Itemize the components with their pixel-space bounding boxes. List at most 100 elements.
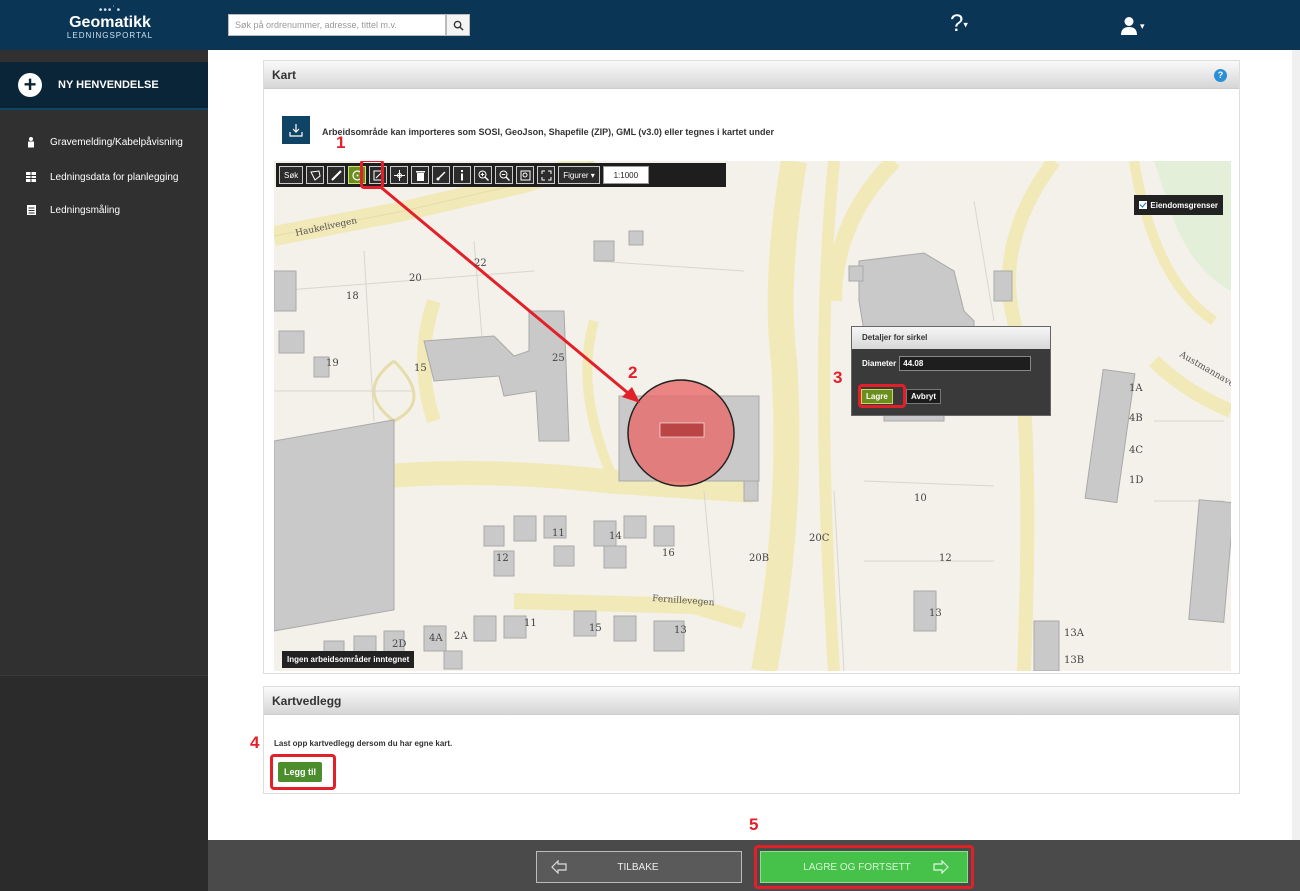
- bottom-action-bar: TILBAKE LAGRE OG FORTSETT: [208, 840, 1300, 891]
- search-button[interactable]: [446, 14, 470, 36]
- move-icon: [393, 169, 405, 181]
- annotation-number: 1: [336, 133, 346, 152]
- draw-line-button[interactable]: [327, 166, 346, 184]
- draw-polygon-button[interactable]: [306, 166, 325, 184]
- circle-details-popup: Detaljer for sirkel Diameter Lagre Avbry…: [851, 326, 1051, 416]
- parcel-number: 20: [409, 273, 422, 284]
- plus-icon: +: [18, 73, 42, 97]
- sidebar-footer-area: [0, 675, 208, 891]
- parcel-number: 1A: [1129, 383, 1143, 394]
- user-icon: [1121, 17, 1137, 35]
- parcel-number: 13: [674, 625, 687, 636]
- annotation-number: 4: [250, 733, 260, 752]
- annotation-number: 3: [833, 368, 843, 387]
- top-bar: •••˙• Geomatikk LEDNINGSPORTAL ?▾ ▾: [0, 0, 1300, 50]
- edit-icon: [373, 170, 384, 180]
- draw-circle-button[interactable]: [348, 166, 367, 184]
- chevron-down-icon: ▾: [963, 19, 968, 30]
- parcel-number: 4B: [1129, 413, 1143, 424]
- scrollbar[interactable]: [1292, 50, 1300, 840]
- figures-label: Figurer: [563, 170, 589, 180]
- parcel-number: 12: [496, 553, 509, 564]
- new-request-button[interactable]: + NY HENVENDELSE: [0, 62, 208, 110]
- arrow-left-icon: [551, 860, 571, 874]
- diameter-label: Diameter: [862, 359, 897, 368]
- info-icon: [461, 169, 464, 180]
- parcel-number: 15: [589, 623, 602, 634]
- import-button[interactable]: [282, 116, 310, 144]
- measure-button[interactable]: [432, 166, 451, 184]
- property-boundaries-toggle[interactable]: Eiendomsgrenser: [1134, 195, 1223, 215]
- help-menu[interactable]: ?▾: [950, 12, 968, 37]
- save-and-continue-button[interactable]: LAGRE OG FORTSETT: [760, 851, 968, 883]
- add-attachment-button[interactable]: Legg til: [278, 762, 322, 782]
- zoom-in-button[interactable]: [474, 166, 493, 184]
- property-boundaries-label: Eiendomsgrenser: [1150, 200, 1218, 210]
- circle-icon: [352, 169, 363, 181]
- popup-title: Detaljer for sirkel: [852, 327, 1050, 349]
- help-icon[interactable]: ?: [1214, 69, 1227, 82]
- logo[interactable]: •••˙• Geomatikk LEDNINGSPORTAL: [55, 6, 165, 44]
- sidebar-item-gravemelding[interactable]: Gravemelding/Kabelpåvisning: [0, 128, 208, 156]
- annotation-number: 5: [749, 815, 759, 834]
- scale-input[interactable]: 1:1000: [602, 166, 649, 184]
- person-icon: [26, 136, 36, 147]
- document-icon: [26, 205, 36, 215]
- fullscreen-button[interactable]: [537, 166, 556, 184]
- chevron-down-icon: ▾: [588, 170, 595, 180]
- attachments-panel-header: Kartvedlegg: [264, 687, 1239, 715]
- map-search-button[interactable]: Søk: [279, 166, 304, 184]
- zoom-extent-icon: [520, 170, 531, 180]
- move-shape-button[interactable]: [390, 166, 409, 184]
- back-button[interactable]: TILBAKE: [536, 851, 742, 883]
- annotation-number: 2: [628, 363, 638, 382]
- sidebar-item-label: Ledningsmåling: [50, 204, 121, 216]
- help-menu-label: ?: [950, 10, 964, 37]
- zoom-out-icon: [499, 170, 510, 181]
- ruler-icon: [436, 170, 446, 180]
- checkbox-checked-icon: [1139, 201, 1148, 209]
- map-toolbar: Søk Figurer ▾ 1:1000: [276, 163, 726, 187]
- search-input[interactable]: [228, 14, 446, 36]
- popup-cancel-button[interactable]: Avbryt: [906, 389, 942, 404]
- map-base: Haukelivegen Fernillevegen Austmannavege…: [274, 161, 1231, 671]
- search-icon: [453, 20, 464, 31]
- fullscreen-icon: [541, 170, 552, 180]
- diameter-row: Diameter: [862, 356, 1032, 371]
- popup-save-button[interactable]: Lagre: [861, 389, 893, 404]
- zoom-to-extent-button[interactable]: [516, 166, 535, 184]
- map-panel: Kart ? Arbeidsområde kan importeres som …: [263, 60, 1240, 674]
- edit-shape-button[interactable]: [369, 166, 388, 184]
- back-button-label: TILBAKE: [617, 861, 659, 873]
- parcel-number: 16: [662, 548, 675, 559]
- parcel-number: 13A: [1064, 628, 1085, 639]
- delete-button[interactable]: [411, 166, 430, 184]
- sidebar-item-ledningsmaling[interactable]: Ledningsmåling: [0, 196, 208, 224]
- map-canvas[interactable]: Haukelivegen Fernillevegen Austmannavege…: [274, 161, 1231, 671]
- user-menu[interactable]: ▾: [1120, 14, 1154, 38]
- parcel-number: 11: [524, 618, 537, 629]
- map-panel-title: Kart: [272, 68, 297, 82]
- attachments-panel: Kartvedlegg Last opp kartvedlegg dersom …: [263, 686, 1240, 794]
- parcel-number: 19: [326, 358, 339, 369]
- parcel-number: 2D: [392, 639, 406, 650]
- polygon-icon: [309, 169, 321, 181]
- new-request-label: NY HENVENDELSE: [58, 79, 159, 91]
- parcel-number: 13B: [1064, 655, 1084, 666]
- zoom-out-button[interactable]: [495, 166, 514, 184]
- figures-dropdown[interactable]: Figurer ▾: [558, 166, 600, 184]
- parcel-number: 1D: [1129, 475, 1143, 486]
- map-panel-header: Kart ?: [264, 61, 1239, 89]
- parcel-number: 12: [939, 553, 952, 564]
- line-icon: [331, 169, 342, 181]
- parcel-number: 2A: [454, 631, 468, 642]
- sidebar-item-ledningsdata[interactable]: Ledningsdata for planlegging: [0, 163, 208, 191]
- grid-icon: [26, 172, 36, 182]
- parcel-number: 25: [552, 353, 565, 364]
- parcel-number: 4C: [1129, 445, 1143, 456]
- info-button[interactable]: [453, 166, 472, 184]
- parcel-number: 13: [929, 608, 942, 619]
- sidebar: + NY HENVENDELSE Gravemelding/Kabelpåvis…: [0, 50, 208, 891]
- import-description: Arbeidsområde kan importeres som SOSI, G…: [322, 127, 774, 137]
- diameter-input[interactable]: [899, 356, 1032, 371]
